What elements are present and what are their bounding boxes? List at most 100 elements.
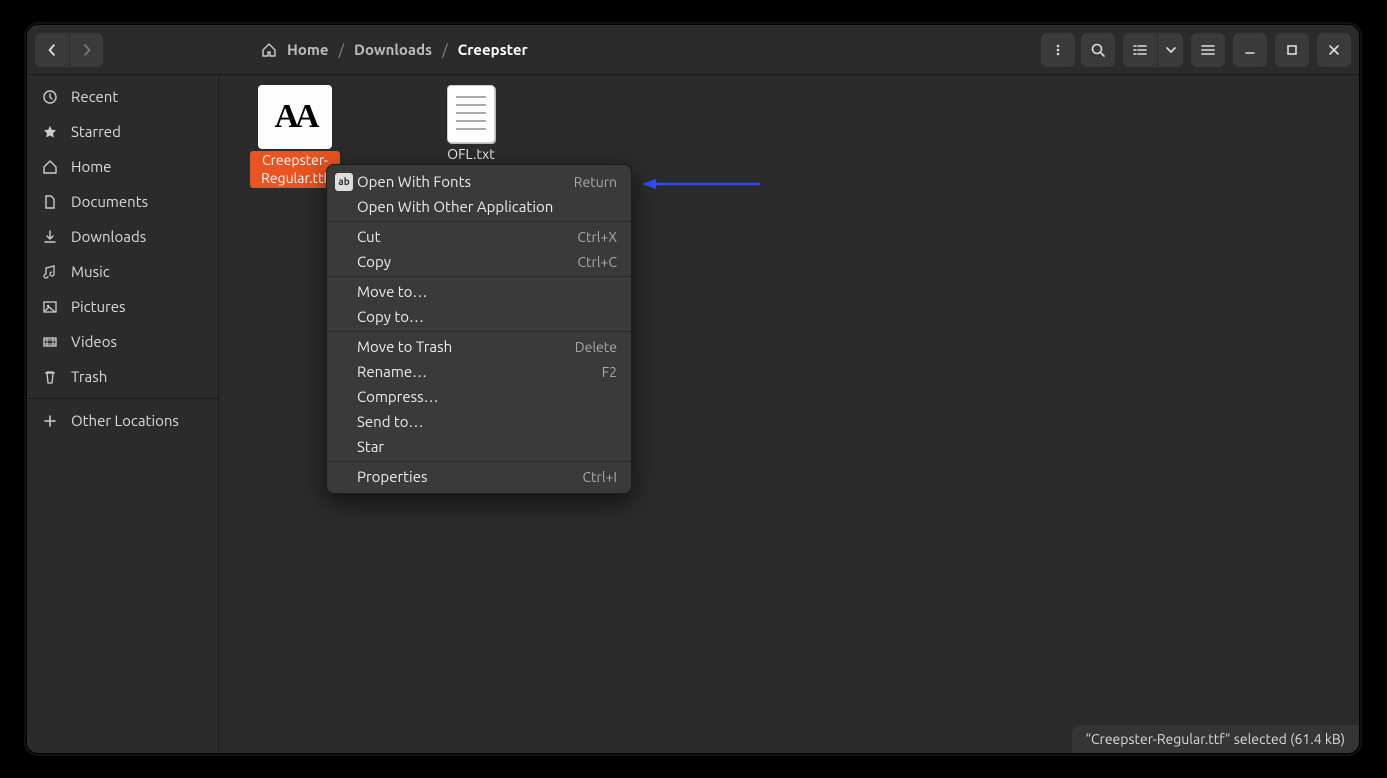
recent-icon	[41, 89, 59, 105]
sidebar-label: Music	[71, 263, 110, 280]
breadcrumb-sep: /	[442, 41, 448, 58]
hamburger-button[interactable]	[1191, 33, 1225, 67]
search-icon	[1090, 42, 1106, 58]
ctx-move-to[interactable]: Move to…	[327, 279, 631, 304]
kebab-icon	[1051, 43, 1065, 57]
sidebar-label: Documents	[71, 193, 148, 210]
ctx-shortcut: Return	[574, 174, 617, 190]
ctx-copy-to[interactable]: Copy to…	[327, 304, 631, 329]
status-bar: “Creepster-Regular.ttf” selected (61.4 k…	[1072, 725, 1359, 753]
minimize-button[interactable]	[1233, 33, 1267, 67]
file-manager-window: Home / Downloads / Creepster	[26, 24, 1360, 754]
maximize-icon	[1285, 43, 1299, 57]
sidebar-label: Trash	[71, 368, 107, 385]
view-dropdown-button[interactable]	[1157, 33, 1183, 67]
font-thumbnail: AA	[258, 85, 332, 149]
font-thumb-text: AA	[274, 98, 315, 136]
chevron-left-icon	[46, 44, 58, 56]
breadcrumb: Home / Downloads / Creepster	[261, 41, 528, 58]
ctx-trash[interactable]: Move to Trash Delete	[327, 334, 631, 359]
text-thumbnail	[447, 85, 495, 143]
trash-icon	[41, 369, 59, 385]
ctx-copy[interactable]: Copy Ctrl+C	[327, 249, 631, 274]
ctx-compress[interactable]: Compress…	[327, 384, 631, 409]
sidebar-item-pictures[interactable]: Pictures	[27, 289, 218, 324]
ctx-open-other[interactable]: Open With Other Application	[327, 194, 631, 219]
ctx-separator	[327, 461, 631, 462]
ctx-shortcut: Ctrl+X	[577, 229, 617, 245]
documents-icon	[41, 194, 59, 210]
ctx-open-with-fonts[interactable]: ab Open With Fonts Return	[327, 169, 631, 194]
plus-icon	[41, 413, 59, 429]
ctx-separator	[327, 221, 631, 222]
ctx-separator	[327, 331, 631, 332]
ctx-label: Open With Other Application	[357, 198, 553, 215]
ctx-label: Rename…	[357, 363, 427, 380]
back-button[interactable]	[35, 33, 69, 67]
sidebar-item-trash[interactable]: Trash	[27, 359, 218, 394]
sidebar-separator	[27, 398, 218, 399]
close-icon	[1327, 43, 1341, 57]
file-label: OFL.txt	[445, 145, 496, 165]
ctx-star[interactable]: Star	[327, 434, 631, 459]
sidebar-other-locations[interactable]: Other Locations	[27, 403, 218, 438]
headerbar: Home / Downloads / Creepster	[27, 25, 1359, 75]
path-menu-button[interactable]	[1041, 33, 1075, 67]
home-icon	[41, 159, 59, 175]
videos-icon	[41, 334, 59, 350]
ctx-shortcut: Ctrl+C	[577, 254, 617, 270]
path-bar: Home / Downloads / Creepster	[261, 33, 1115, 67]
sidebar-label: Other Locations	[71, 412, 179, 429]
view-group	[1123, 33, 1183, 67]
window-body: Recent Starred Home Documents Downloads …	[27, 75, 1359, 753]
ctx-label: Compress…	[357, 388, 439, 405]
list-icon	[1132, 42, 1148, 58]
sidebar-item-home[interactable]: Home	[27, 149, 218, 184]
ctx-rename[interactable]: Rename… F2	[327, 359, 631, 384]
sidebar-item-music[interactable]: Music	[27, 254, 218, 289]
breadcrumb-downloads[interactable]: Downloads	[354, 41, 432, 58]
breadcrumb-home[interactable]: Home	[287, 41, 328, 58]
ctx-label: Properties	[357, 468, 428, 485]
chevron-down-icon	[1166, 45, 1176, 55]
forward-button[interactable]	[69, 33, 103, 67]
sidebar-label: Downloads	[71, 228, 146, 245]
sidebar-label: Starred	[71, 123, 121, 140]
search-button[interactable]	[1081, 33, 1115, 67]
ctx-properties[interactable]: Properties Ctrl+I	[327, 464, 631, 489]
ctx-label: Open With Fonts	[357, 173, 471, 190]
ctx-shortcut: F2	[602, 364, 617, 380]
sidebar-label: Recent	[71, 88, 118, 105]
ctx-label: Send to…	[357, 413, 423, 430]
ctx-send-to[interactable]: Send to…	[327, 409, 631, 434]
ctx-shortcut: Delete	[575, 339, 617, 355]
ctx-label: Copy	[357, 253, 391, 270]
sidebar-item-starred[interactable]: Starred	[27, 114, 218, 149]
ctx-label: Move to…	[357, 283, 427, 300]
minimize-icon	[1243, 43, 1257, 57]
ctx-shortcut: Ctrl+I	[582, 469, 617, 485]
sidebar-label: Pictures	[71, 298, 126, 315]
ctx-cut[interactable]: Cut Ctrl+X	[327, 224, 631, 249]
close-button[interactable]	[1317, 33, 1351, 67]
header-right	[1123, 33, 1351, 67]
fonts-app-icon: ab	[335, 173, 353, 191]
star-icon	[41, 124, 59, 140]
sidebar-item-documents[interactable]: Documents	[27, 184, 218, 219]
nav-group	[35, 33, 103, 67]
view-list-button[interactable]	[1123, 33, 1157, 67]
hamburger-icon	[1200, 42, 1216, 58]
sidebar-item-videos[interactable]: Videos	[27, 324, 218, 359]
breadcrumb-sep: /	[338, 41, 344, 58]
breadcrumb-current[interactable]: Creepster	[458, 41, 528, 58]
pictures-icon	[41, 299, 59, 315]
sidebar-item-downloads[interactable]: Downloads	[27, 219, 218, 254]
sidebar-item-recent[interactable]: Recent	[27, 79, 218, 114]
ctx-separator	[327, 276, 631, 277]
status-text: “Creepster-Regular.ttf” selected (61.4 k…	[1086, 731, 1345, 747]
downloads-icon	[41, 229, 59, 245]
context-menu: ab Open With Fonts Return Open With Othe…	[326, 164, 632, 494]
ctx-label: Star	[357, 438, 384, 455]
maximize-button[interactable]	[1275, 33, 1309, 67]
chevron-right-icon	[81, 44, 93, 56]
